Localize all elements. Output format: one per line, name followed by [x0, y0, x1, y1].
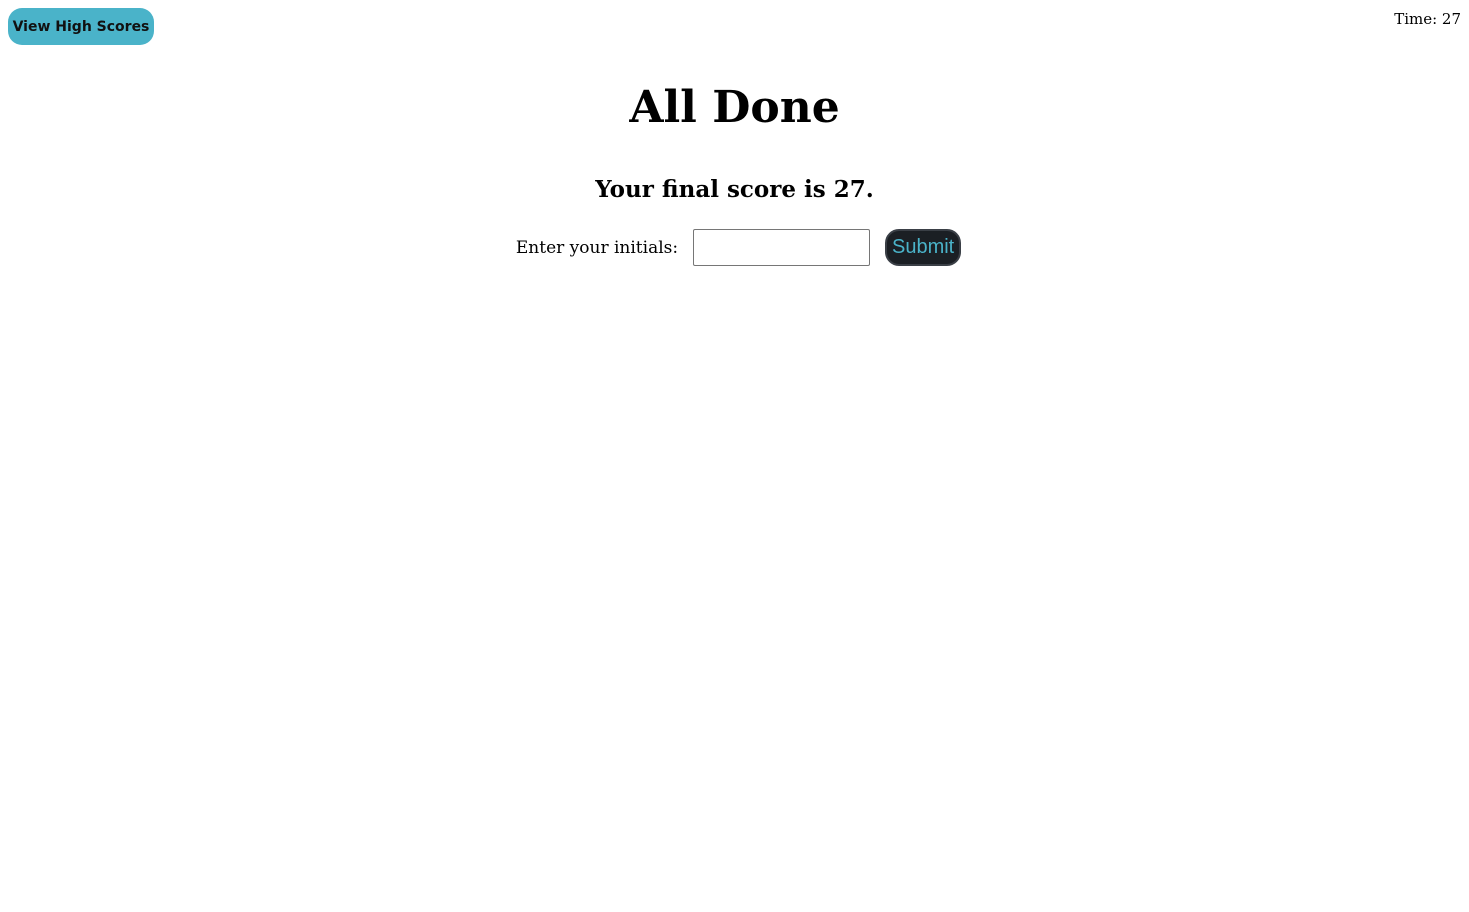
page-title: All Done	[629, 82, 840, 133]
initials-form: Enter your initials: Submit	[0, 229, 1469, 266]
initials-input[interactable]	[693, 229, 871, 266]
final-score-text: Your final score is 27.	[595, 176, 874, 203]
view-high-scores-button[interactable]: View High Scores	[8, 8, 154, 45]
submit-button[interactable]: Submit	[885, 229, 962, 266]
initials-label: Enter your initials:	[515, 237, 679, 258]
timer-display: Time: 27	[1394, 10, 1461, 28]
